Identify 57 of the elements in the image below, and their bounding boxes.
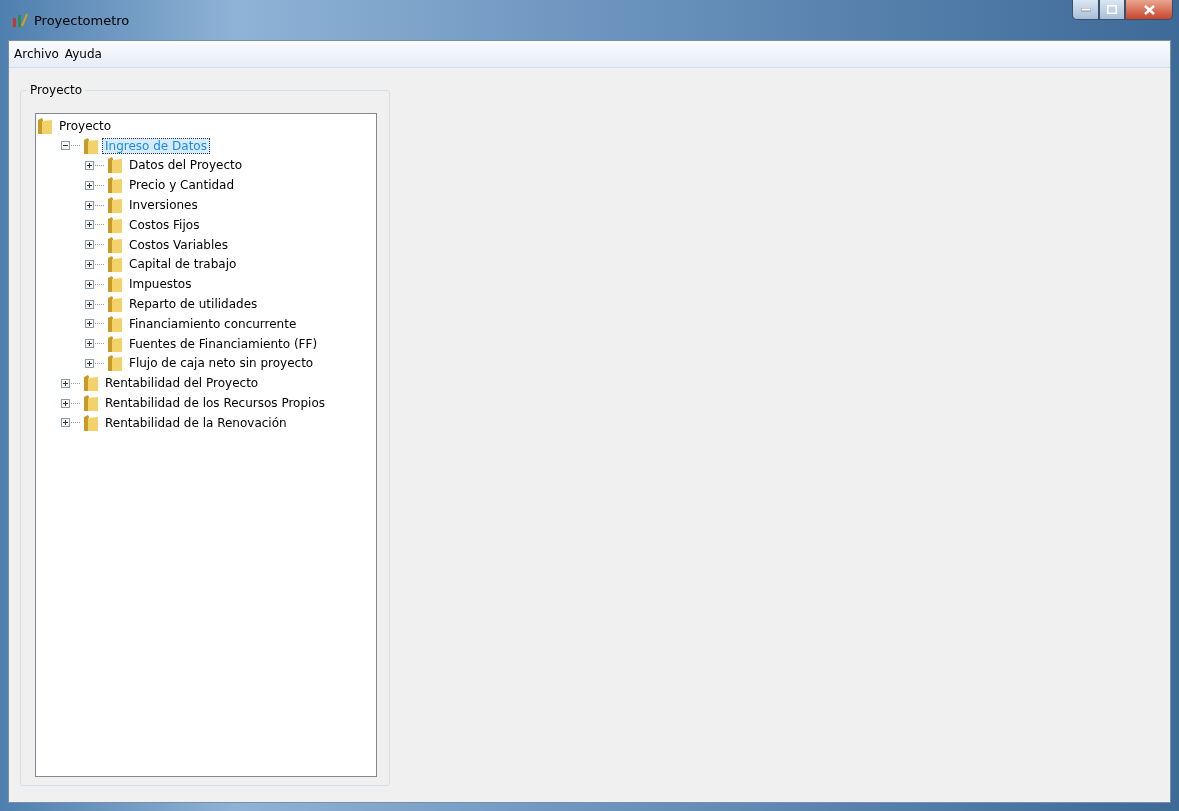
tree-item[interactable]: Financiamiento concurrente: [126, 315, 300, 332]
close-icon: [1143, 4, 1155, 15]
tree-item[interactable]: Flujo de caja neto sin proyecto: [126, 355, 317, 372]
tree-item[interactable]: Fuentes de Financiamiento (FF): [126, 335, 321, 352]
folder-icon: [107, 334, 123, 353]
expand-icon[interactable]: [85, 220, 94, 230]
tree-item[interactable]: Inversiones: [126, 197, 201, 214]
expand-icon[interactable]: [85, 319, 94, 329]
tree-item[interactable]: Rentabilidad de los Recursos Propios: [102, 395, 328, 412]
folder-icon: [107, 156, 123, 175]
maximize-button[interactable]: [1099, 0, 1125, 20]
tree-item[interactable]: Capital de trabajo: [126, 256, 240, 273]
folder-icon: [107, 275, 123, 294]
tree-item[interactable]: Proyecto: [56, 117, 115, 134]
expand-icon[interactable]: [61, 378, 70, 388]
expand-icon[interactable]: [85, 259, 94, 269]
folder-icon: [83, 374, 99, 393]
collapse-icon[interactable]: [61, 141, 70, 151]
folder-icon: [83, 136, 99, 155]
close-button[interactable]: [1125, 0, 1173, 20]
minimize-button[interactable]: [1072, 0, 1099, 20]
folder-icon: [107, 255, 123, 274]
expand-icon[interactable]: [85, 339, 94, 349]
menu-item[interactable]: Ayuda: [61, 45, 105, 63]
folder-icon: [83, 413, 99, 432]
folder-icon: [107, 196, 123, 215]
tree-item[interactable]: Costos Variables: [126, 236, 231, 253]
minimize-icon: [1080, 7, 1091, 12]
expand-icon[interactable]: [85, 358, 94, 368]
folder-icon: [107, 314, 123, 333]
folder-icon: [83, 394, 99, 413]
folder-icon: [37, 116, 53, 135]
expand-icon[interactable]: [85, 161, 94, 170]
window-title: Proyectometro: [34, 12, 130, 28]
tree-item[interactable]: Rentabilidad de la Renovación: [102, 414, 290, 431]
tree-item[interactable]: Reparto de utilidades: [126, 296, 261, 313]
tree-item[interactable]: Precio y Cantidad: [126, 177, 238, 194]
folder-icon: [107, 354, 123, 373]
expand-icon[interactable]: [85, 299, 94, 309]
expand-icon[interactable]: [85, 200, 94, 210]
maximize-icon: [1107, 5, 1117, 14]
tree-item[interactable]: Costos Fijos: [126, 216, 203, 233]
expand-icon[interactable]: [85, 279, 94, 289]
folder-icon: [107, 176, 123, 195]
expand-icon[interactable]: [85, 180, 94, 190]
folder-icon: [107, 295, 123, 314]
expand-icon[interactable]: [61, 418, 70, 428]
tree-item[interactable]: Datos del Proyecto: [126, 157, 246, 174]
expand-icon[interactable]: [85, 240, 94, 250]
folder-icon: [107, 215, 123, 234]
folder-icon: [107, 235, 123, 254]
tree-item[interactable]: Impuestos: [126, 276, 195, 293]
tree-item[interactable]: Rentabilidad del Proyecto: [102, 375, 262, 392]
app-icon: [12, 12, 28, 28]
expand-icon[interactable]: [61, 398, 70, 408]
group-title: Proyecto: [27, 83, 86, 97]
menu-item[interactable]: Archivo: [11, 45, 62, 63]
